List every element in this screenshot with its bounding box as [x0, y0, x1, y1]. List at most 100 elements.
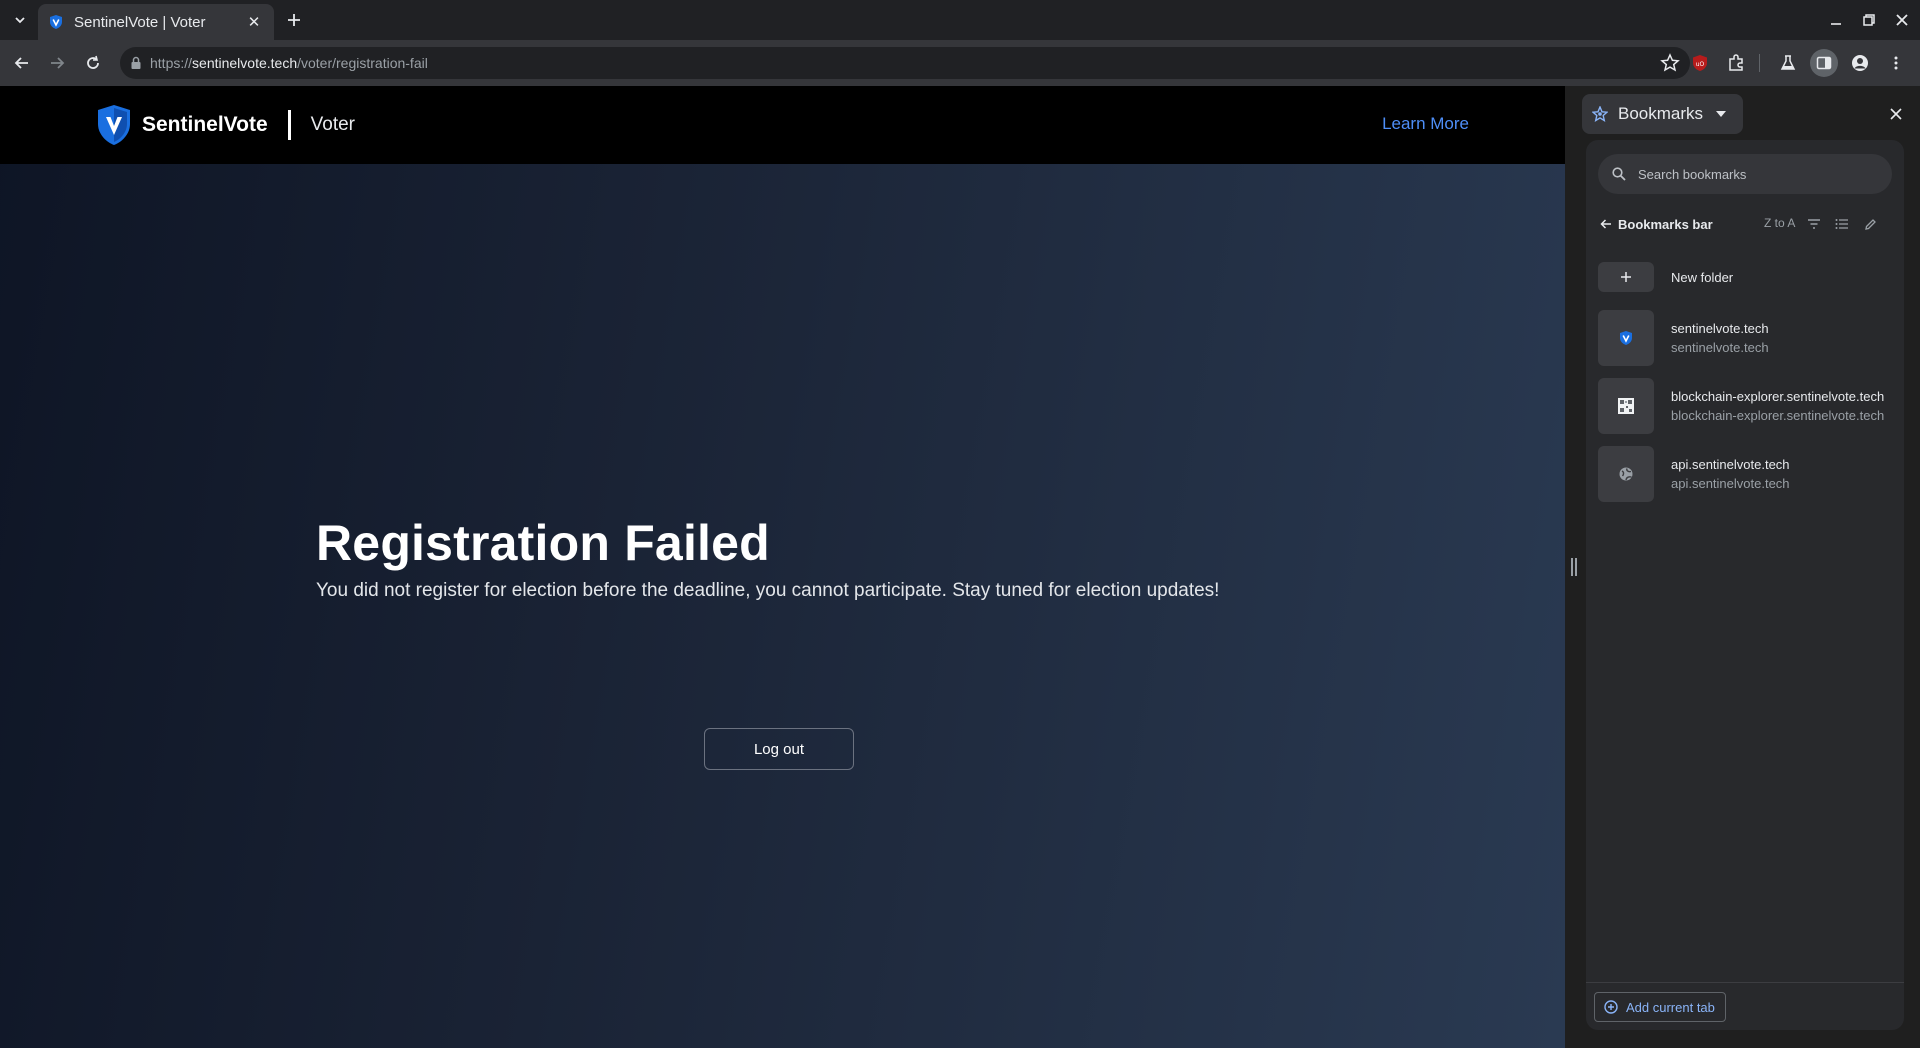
caret-down-icon	[1711, 104, 1731, 124]
side-panel-title: Bookmarks	[1618, 104, 1704, 123]
bookmarks-toolbar: Bookmarks bar Z to A	[1598, 212, 1898, 236]
bookmarks-panel-body: Search bookmarks Bookmarks bar Z to A Ne…	[1586, 140, 1904, 1030]
toolbar-divider	[1759, 54, 1760, 72]
arrow-left-icon	[14, 57, 28, 69]
labs-button[interactable]	[1774, 49, 1802, 77]
new-tab-button[interactable]	[282, 8, 306, 32]
bookmark-url: blockchain-explorer.sentinelvote.tech	[1671, 408, 1885, 423]
bookmarks-search-input[interactable]: Search bookmarks	[1598, 154, 1892, 194]
side-panel-resize-handle[interactable]	[1571, 558, 1577, 576]
plus-icon	[288, 14, 300, 26]
url-text: https://sentinelvote.tech/voter/registra…	[150, 55, 428, 71]
tab-close-icon[interactable]: ✕	[244, 12, 264, 32]
globe-icon	[1619, 467, 1633, 481]
side-panel-close-button[interactable]	[1886, 104, 1906, 124]
brand[interactable]: SentinelVote Voter	[96, 104, 355, 146]
chevron-down-icon	[15, 17, 25, 24]
search-placeholder: Search bookmarks	[1638, 166, 1747, 182]
status-message: You did not register for election before…	[316, 580, 1220, 601]
brand-divider	[287, 110, 291, 140]
address-bar[interactable]: https://sentinelvote.tech/voter/registra…	[120, 47, 1690, 79]
more-vert-icon	[1894, 56, 1898, 70]
plus-icon	[1598, 262, 1654, 292]
side-panel-button[interactable]	[1810, 49, 1838, 77]
svg-text:uO: uO	[1696, 61, 1705, 68]
bookmark-url: api.sentinelvote.tech	[1671, 476, 1790, 491]
puzzle-icon	[1729, 54, 1743, 71]
tab-strip: SentinelVote | Voter ✕	[0, 0, 1920, 40]
brand-role: Voter	[310, 114, 356, 135]
side-panel-icon	[1816, 56, 1832, 70]
tab-search-button[interactable]	[8, 8, 32, 32]
sentinelvote-logo-icon	[98, 105, 130, 145]
learn-more-link[interactable]: Learn More	[1382, 114, 1469, 134]
bookmark-name: api.sentinelvote.tech	[1671, 457, 1790, 472]
bookmark-thumb	[1598, 310, 1654, 366]
bookmark-thumb	[1598, 378, 1654, 434]
web-page: SentinelVote Voter Learn More Registrati…	[0, 86, 1565, 1048]
site-header: SentinelVote Voter Learn More	[0, 86, 1565, 164]
bookmarks-list: New folder sentinelvote.tech sentinelvot…	[1598, 262, 1898, 514]
brand-name: SentinelVote	[142, 113, 268, 136]
reload-button[interactable]	[79, 49, 107, 77]
minimize-button[interactable]	[1824, 8, 1848, 32]
back-arrow-icon[interactable]	[1598, 216, 1614, 232]
add-current-tab-button[interactable]: Add current tab	[1594, 992, 1726, 1022]
browser-toolbar: https://sentinelvote.tech/voter/registra…	[0, 40, 1920, 86]
lock-icon	[128, 55, 144, 71]
flask-icon	[1780, 55, 1796, 70]
forward-button[interactable]	[43, 49, 71, 77]
bookmark-item[interactable]: api.sentinelvote.tech api.sentinelvote.t…	[1598, 446, 1898, 502]
url-path: /voter/registration-fail	[297, 55, 428, 71]
url-host: sentinelvote.tech	[192, 55, 298, 71]
page-title: Registration Failed	[316, 515, 770, 571]
close-icon	[1890, 108, 1902, 120]
close-window-button[interactable]	[1890, 8, 1914, 32]
bookmark-text: sentinelvote.tech sentinelvote.tech	[1671, 321, 1769, 355]
sort-filter-icon[interactable]	[1804, 214, 1824, 234]
new-folder-text: New folder	[1671, 270, 1733, 285]
main-content: Registration Failed You did not register…	[316, 514, 1220, 770]
side-panel-selector[interactable]: Bookmarks	[1582, 94, 1743, 134]
footer-divider	[1586, 982, 1904, 983]
browser-menu-button[interactable]	[1882, 49, 1910, 77]
bookmarks-side-panel: Bookmarks Search bookmarks Bookmarks bar…	[1582, 86, 1920, 1048]
reload-icon	[87, 55, 99, 69]
ublock-icon: uO	[1693, 55, 1707, 71]
close-icon	[1896, 14, 1908, 26]
qr-favicon-icon	[1618, 398, 1634, 414]
ublock-extension-button[interactable]: uO	[1686, 49, 1714, 77]
tab-title: SentinelVote | Voter	[74, 13, 206, 31]
restore-button[interactable]	[1857, 8, 1881, 32]
arrow-right-icon	[51, 57, 65, 69]
bookmark-item[interactable]: sentinelvote.tech sentinelvote.tech	[1598, 310, 1898, 366]
edit-pencil-icon[interactable]	[1860, 214, 1880, 234]
bookmark-url: sentinelvote.tech	[1671, 340, 1769, 355]
extensions-button[interactable]	[1722, 49, 1750, 77]
bookmark-text: blockchain-explorer.sentinelvote.tech bl…	[1671, 389, 1884, 423]
active-tab[interactable]: SentinelVote | Voter ✕	[38, 4, 274, 40]
minimize-icon	[1831, 23, 1841, 25]
restore-icon	[1863, 14, 1875, 26]
url-scheme: https://	[150, 55, 193, 71]
bookmark-name: sentinelvote.tech	[1671, 321, 1769, 336]
sentinelvote-favicon-icon	[1620, 331, 1632, 345]
profile-button[interactable]	[1846, 49, 1874, 77]
back-button[interactable]	[8, 49, 36, 77]
bookmarks-star-icon	[1592, 106, 1608, 122]
bookmark-text: api.sentinelvote.tech api.sentinelvote.t…	[1671, 457, 1790, 491]
bookmarks-folder-title: Bookmarks bar	[1618, 216, 1713, 232]
new-folder-label: New folder	[1671, 269, 1734, 285]
bookmark-thumb	[1598, 446, 1654, 502]
bookmark-name: blockchain-explorer.sentinelvote.tech	[1671, 389, 1885, 404]
add-circle-icon	[1604, 1000, 1618, 1014]
logout-button[interactable]: Log out	[704, 728, 854, 770]
search-icon	[1612, 167, 1626, 181]
sentinelvote-favicon-icon	[50, 15, 62, 29]
new-folder-button[interactable]: New folder	[1598, 262, 1898, 292]
list-view-icon[interactable]	[1832, 214, 1852, 234]
sort-order-button[interactable]: Z to A	[1764, 216, 1795, 230]
bookmark-item[interactable]: blockchain-explorer.sentinelvote.tech bl…	[1598, 378, 1898, 434]
account-icon	[1852, 55, 1868, 71]
bookmark-star-icon[interactable]	[1660, 53, 1680, 73]
